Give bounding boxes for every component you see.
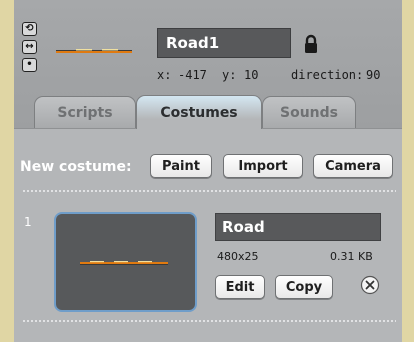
y-label: y: <box>222 68 237 82</box>
copy-button[interactable]: Copy <box>275 275 333 299</box>
tab-sounds[interactable]: Sounds <box>262 96 356 128</box>
road-costume-image <box>80 261 168 265</box>
left-right-flip-icon[interactable]: ↔ <box>22 40 37 54</box>
new-costume-label: New costume: <box>20 159 132 175</box>
rotate-icon[interactable]: ⟲ <box>22 22 37 36</box>
costume-file-size: 0.31 KB <box>330 250 373 263</box>
tab-label: Sounds <box>280 104 338 121</box>
camera-button[interactable]: Camera <box>313 154 393 178</box>
direction-value: 90 <box>366 68 381 82</box>
x-value: -417 <box>178 68 207 82</box>
direction-label: direction: <box>291 68 364 82</box>
sprite-thumbnail <box>56 49 132 53</box>
tab-label: Scripts <box>57 104 113 121</box>
costume-dimensions: 480x25 <box>217 250 259 263</box>
no-rotate-icon[interactable]: • <box>22 58 37 72</box>
tab-scripts[interactable]: Scripts <box>34 96 136 128</box>
costume-index: 1 <box>24 215 32 229</box>
import-button[interactable]: Import <box>223 154 303 178</box>
divider <box>22 320 396 322</box>
sprite-name-field[interactable]: Road1 <box>157 28 291 58</box>
tab-costumes[interactable]: Costumes <box>136 95 262 129</box>
tab-label: Costumes <box>160 104 238 121</box>
costume-name-field[interactable]: Road <box>215 213 381 241</box>
paint-button[interactable]: Paint <box>150 154 212 178</box>
divider <box>22 190 396 192</box>
close-icon[interactable] <box>360 275 380 295</box>
lock-icon[interactable] <box>303 34 319 54</box>
edit-button[interactable]: Edit <box>215 275 265 299</box>
x-label: x: <box>157 68 172 82</box>
y-value: 10 <box>244 68 259 82</box>
